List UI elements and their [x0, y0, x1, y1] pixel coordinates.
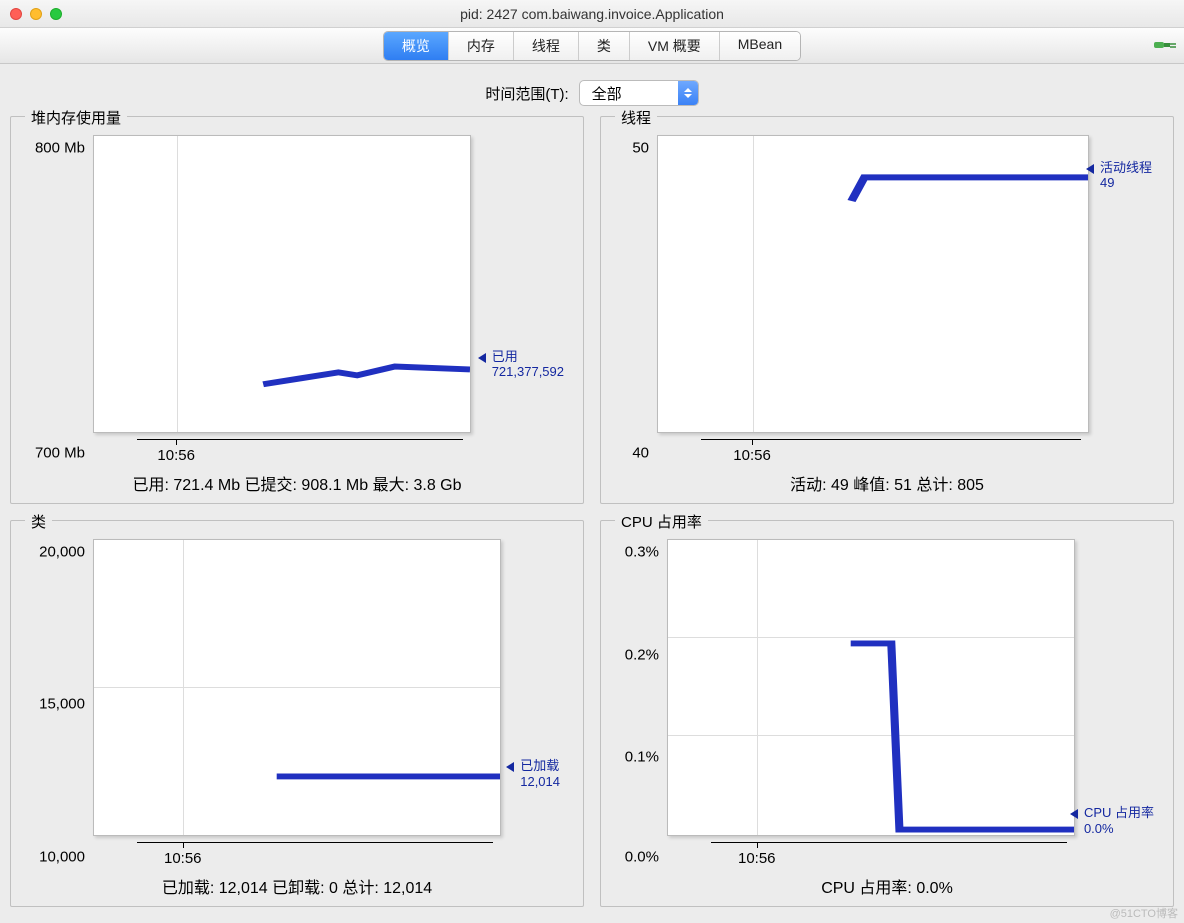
tab-vmsummary[interactable]: VM 概要: [630, 32, 720, 60]
panel-title: CPU 占用率: [615, 511, 708, 532]
threads-xaxis: 10:56: [657, 435, 1089, 467]
threads-chart[interactable]: 活动线程 49: [657, 135, 1089, 433]
panel-heap: 堆内存使用量 800 Mb 700 Mb 已用 721,377,592: [10, 116, 584, 504]
classes-xaxis: 10:56: [93, 838, 501, 870]
panel-threads: 线程 50 40 活动线程 49: [600, 116, 1174, 504]
panel-title: 堆内存使用量: [25, 107, 127, 128]
heap-yaxis: 800 Mb 700 Mb: [19, 135, 89, 467]
tab-threads[interactable]: 线程: [514, 32, 579, 60]
time-range-row: 时间范围(T): 全部: [0, 64, 1184, 116]
cpu-yaxis: 0.3% 0.2% 0.1% 0.0%: [609, 539, 663, 871]
cpu-footer: CPU 占用率: 0.0%: [609, 870, 1165, 898]
cpu-chart[interactable]: CPU 占用率 0.0%: [667, 539, 1075, 837]
classes-yaxis: 20,000 15,000 10,000: [19, 539, 89, 871]
chevron-updown-icon: [678, 81, 698, 105]
time-range-label: 时间范围(T):: [485, 83, 568, 104]
time-range-value: 全部: [592, 83, 622, 104]
panel-title: 线程: [615, 107, 657, 128]
connection-icon[interactable]: [1154, 36, 1176, 54]
cpu-xaxis: 10:56: [667, 838, 1075, 870]
panel-cpu: CPU 占用率 0.3% 0.2% 0.1% 0.0% C: [600, 520, 1174, 908]
tab-mbean[interactable]: MBean: [720, 32, 800, 60]
heap-series-label: 已用 721,377,592: [492, 349, 564, 380]
tab-overview[interactable]: 概览: [384, 32, 449, 60]
heap-xaxis: 10:56: [93, 435, 471, 467]
cpu-series-label: CPU 占用率 0.0%: [1084, 805, 1154, 836]
time-range-select[interactable]: 全部: [579, 80, 699, 106]
tab-bar: 概览 内存 线程 类 VM 概要 MBean: [383, 31, 801, 61]
heap-footer: 已用: 721.4 Mb 已提交: 908.1 Mb 最大: 3.8 Gb: [19, 467, 575, 495]
classes-series-label: 已加载 12,014: [520, 758, 560, 789]
watermark: @51CTO博客: [1110, 905, 1178, 921]
titlebar: pid: 2427 com.baiwang.invoice.Applicatio…: [0, 0, 1184, 28]
tab-classes[interactable]: 类: [579, 32, 630, 60]
window-title: pid: 2427 com.baiwang.invoice.Applicatio…: [0, 6, 1184, 22]
threads-yaxis: 50 40: [609, 135, 653, 467]
threads-series-label: 活动线程 49: [1100, 160, 1152, 191]
heap-chart[interactable]: 已用 721,377,592: [93, 135, 471, 433]
threads-footer: 活动: 49 峰值: 51 总计: 805: [609, 467, 1165, 495]
toolbar: 概览 内存 线程 类 VM 概要 MBean: [0, 28, 1184, 64]
classes-footer: 已加载: 12,014 已卸载: 0 总计: 12,014: [19, 870, 575, 898]
classes-chart[interactable]: 已加载 12,014: [93, 539, 501, 837]
tab-memory[interactable]: 内存: [449, 32, 514, 60]
overview-grid: 堆内存使用量 800 Mb 700 Mb 已用 721,377,592: [0, 116, 1184, 917]
panel-classes: 类 20,000 15,000 10,000 已加载 12,014: [10, 520, 584, 908]
panel-title: 类: [25, 511, 52, 532]
